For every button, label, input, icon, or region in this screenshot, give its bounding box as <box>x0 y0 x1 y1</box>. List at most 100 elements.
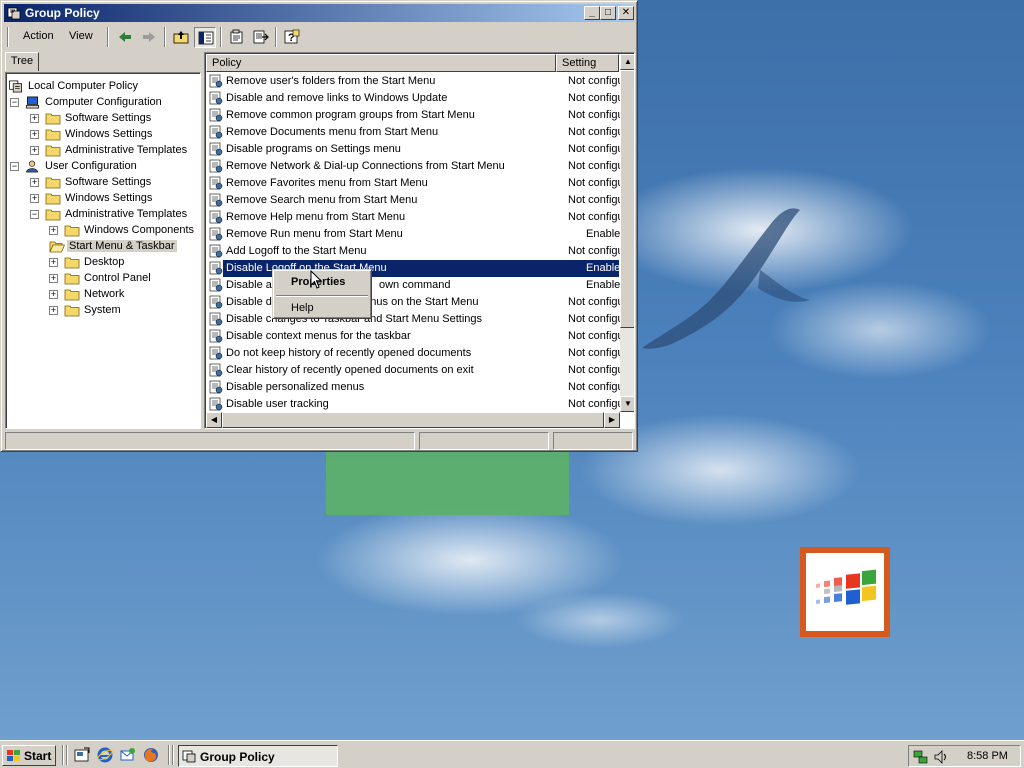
policy-setting-icon <box>209 108 223 122</box>
policy-setting-value: Not configured <box>568 92 620 104</box>
minimize-button[interactable]: _ <box>584 6 600 20</box>
policy-row[interactable]: Remove Help menu from Start Menu Not conf… <box>206 209 620 226</box>
expand-icon[interactable]: + <box>49 306 58 315</box>
policy-list-pane[interactable]: Policy Setting Remove user's folders fro… <box>204 52 635 429</box>
policy-setting-icon <box>209 295 223 309</box>
properties-button[interactable] <box>226 27 248 48</box>
policy-row[interactable]: Remove Favorites menu from Start Menu Not… <box>206 175 620 192</box>
policy-name: Disable personalized menus <box>226 381 365 393</box>
expand-icon[interactable]: + <box>30 178 39 187</box>
start-button[interactable]: Start <box>2 745 56 766</box>
horizontal-scroll-thumb[interactable] <box>222 412 604 428</box>
collapse-icon[interactable]: − <box>10 162 19 171</box>
status-bar <box>5 432 635 450</box>
expand-icon[interactable]: + <box>49 258 58 267</box>
tree-node-label: Windows Settings <box>65 192 153 204</box>
close-icon: ✕ <box>621 7 631 18</box>
show-desktop-icon[interactable] <box>74 747 90 763</box>
scroll-right-button[interactable]: ▶ <box>604 412 620 428</box>
vertical-scrollbar[interactable]: ▲ ▼ <box>620 54 634 412</box>
policy-row[interactable]: Remove Run menu from Start Menu Enabled <box>206 226 626 243</box>
policy-row[interactable]: Remove Network & Dial-up Connections fro… <box>206 158 620 175</box>
tree-node-label: Windows Components <box>84 224 195 236</box>
tree-node-label: Desktop <box>84 256 125 268</box>
vertical-scroll-thumb[interactable] <box>620 70 634 328</box>
expand-icon[interactable]: + <box>30 146 39 155</box>
policy-row[interactable]: Disable ar own command Enabled <box>206 277 626 294</box>
close-button[interactable]: ✕ <box>618 6 634 20</box>
expand-icon[interactable]: + <box>30 194 39 203</box>
export-list-button[interactable] <box>250 27 272 48</box>
scroll-down-button[interactable]: ▼ <box>620 396 634 412</box>
expand-icon[interactable]: + <box>49 290 58 299</box>
show-hide-tree-button[interactable] <box>194 27 216 48</box>
policy-setting-icon <box>209 74 223 88</box>
taskbar: Start Group Policy 8:58 PM <box>0 740 1024 768</box>
window-title: Group Policy <box>25 6 100 20</box>
policy-name: Remove Run menu from Start Menu <box>226 228 403 240</box>
policy-name: Remove user's folders from the Start Men… <box>226 75 436 87</box>
policy-row[interactable]: Disable user tracking Not configured <box>206 396 620 413</box>
volume-icon[interactable] <box>933 749 949 765</box>
collapse-icon[interactable]: − <box>30 210 39 219</box>
scroll-up-button[interactable]: ▲ <box>620 54 634 70</box>
column-header-policy[interactable]: Policy <box>206 54 556 72</box>
maximize-button[interactable]: □ <box>600 6 616 20</box>
context-menu-help[interactable]: Help <box>276 299 368 317</box>
folder-icon <box>45 127 61 141</box>
outlook-express-icon[interactable] <box>120 747 136 763</box>
policy-row[interactable]: Remove common program groups from Start … <box>206 107 620 124</box>
policy-setting-value: Not configured <box>568 177 620 189</box>
policy-row[interactable]: Disable personalized menus Not configured <box>206 379 620 396</box>
policy-row[interactable]: Add Logoff to the Start Menu Not configur… <box>206 243 620 260</box>
policy-row[interactable]: Disable and remove links to Windows Upda… <box>206 90 620 107</box>
scroll-left-button[interactable]: ◀ <box>206 412 222 428</box>
policy-row[interactable]: Disable dr menus on the Start Menu Not con… <box>206 294 620 311</box>
taskbar-button-label: Group Policy <box>200 750 275 764</box>
back-button[interactable] <box>114 27 136 48</box>
menu-action[interactable]: Action <box>23 30 54 42</box>
firefox-icon[interactable] <box>143 747 159 763</box>
collapse-icon[interactable]: − <box>10 98 19 107</box>
policy-setting-value: Not configured <box>568 245 620 257</box>
policy-row[interactable]: Remove user's folders from the Start Men… <box>206 73 620 90</box>
maximize-icon: □ <box>604 7 612 18</box>
expand-icon[interactable]: + <box>49 274 58 283</box>
taskbar-button-group-policy[interactable]: Group Policy <box>178 745 338 767</box>
expand-icon[interactable]: + <box>30 114 39 123</box>
help-button[interactable]: ? <box>281 27 303 48</box>
policy-row[interactable]: Disable changes to Taskbar and Start Men… <box>206 311 620 328</box>
toolbar-separator <box>107 27 109 47</box>
forward-button[interactable] <box>138 27 160 48</box>
policy-setting-icon <box>209 346 223 360</box>
expand-icon[interactable]: + <box>49 226 58 235</box>
expand-icon[interactable]: + <box>30 130 39 139</box>
policy-row[interactable]: Disable programs on Settings menu Not con… <box>206 141 620 158</box>
scroll-left-icon: ◀ <box>210 415 218 424</box>
menu-view[interactable]: View <box>69 30 93 42</box>
policy-row[interactable]: Clear history of recently opened documen… <box>206 362 620 379</box>
title-bar[interactable]: Group Policy _ □ ✕ <box>4 4 634 22</box>
policy-setting-value: Not configured <box>568 347 620 359</box>
horizontal-scrollbar[interactable]: ◀ ▶ <box>206 412 620 428</box>
policy-setting-icon <box>209 159 223 173</box>
up-one-level-icon <box>173 31 189 44</box>
column-header-setting[interactable]: Setting <box>556 54 619 72</box>
clock[interactable]: 8:58 PM <box>967 750 1008 762</box>
tree-pane[interactable]: Local Computer Policy − Computer Configura… <box>5 72 201 429</box>
policy-row[interactable]: Do not keep history of recently opened d… <box>206 345 620 362</box>
policy-setting-icon <box>209 312 223 326</box>
network-icon[interactable] <box>913 749 929 765</box>
tab-tree[interactable]: Tree <box>5 52 39 71</box>
up-one-level-button[interactable] <box>170 27 192 48</box>
folder-icon <box>45 111 61 125</box>
policy-setting-value: Not configured <box>568 211 620 223</box>
internet-explorer-icon[interactable] <box>97 747 113 763</box>
policy-row[interactable]: Disable Logoff on the Start Menu Enabled <box>206 260 626 277</box>
folder-icon <box>64 303 80 317</box>
policy-row[interactable]: Remove Search menu from Start Menu Not co… <box>206 192 620 209</box>
policy-setting-icon <box>209 125 223 139</box>
computer-icon <box>25 95 41 109</box>
policy-row[interactable]: Remove Documents menu from Start Menu Not… <box>206 124 620 141</box>
policy-row[interactable]: Disable context menus for the taskbar Not… <box>206 328 620 345</box>
